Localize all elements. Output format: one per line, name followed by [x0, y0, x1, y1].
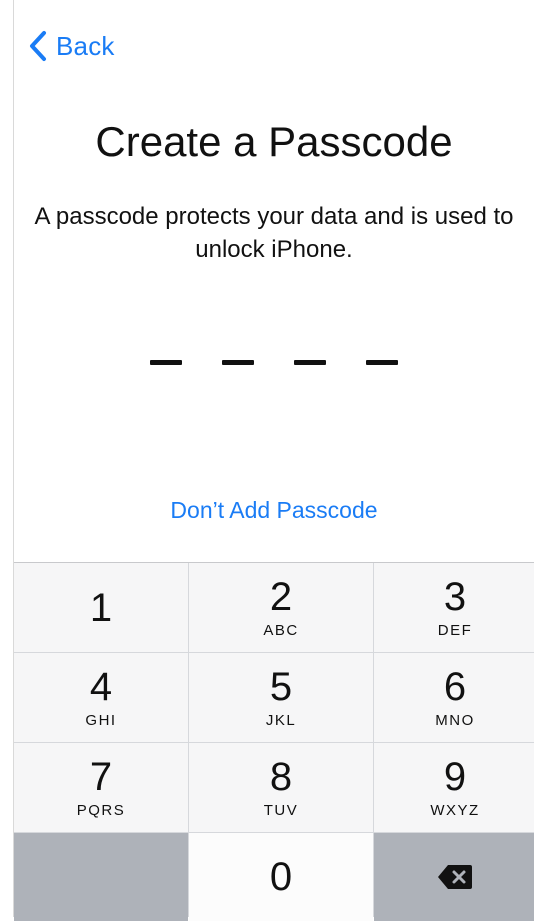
key-5[interactable]: 5 JKL	[189, 653, 373, 742]
passcode-digit-slot	[222, 360, 254, 365]
back-label: Back	[56, 30, 115, 61]
chevron-left-icon	[30, 31, 46, 61]
page-title: Create a Passcode	[95, 118, 453, 165]
numeric-keypad: 1 2 ABC 3 DEF 4 GHI 5 JKL 6 MNO 7 PQRS 8…	[14, 562, 534, 921]
key-0[interactable]: 0	[189, 833, 373, 921]
key-blank	[14, 833, 188, 921]
screen-left-edge	[0, 0, 14, 917]
page-subtitle: A passcode protects your data and is use…	[34, 203, 514, 263]
key-digit: 3	[443, 575, 467, 619]
key-digit: 8	[269, 755, 293, 799]
key-letters: DEF	[437, 622, 473, 639]
delete-key[interactable]	[374, 833, 534, 921]
passcode-digit-slot	[294, 360, 326, 365]
key-digit: 0	[269, 855, 293, 899]
key-letters: GHI	[85, 712, 117, 729]
key-digit: 4	[89, 665, 113, 709]
key-digit: 1	[89, 585, 113, 630]
key-9[interactable]: 9 WXYZ	[374, 743, 534, 832]
passcode-digit-slot	[366, 360, 398, 365]
key-8[interactable]: 8 TUV	[189, 743, 373, 832]
key-letters: ABC	[263, 622, 299, 639]
delete-backspace-icon	[438, 865, 472, 889]
key-letters: MNO	[435, 712, 475, 729]
back-button[interactable]: Back	[28, 24, 115, 68]
key-letters: PQRS	[76, 802, 126, 819]
key-digit: 5	[269, 665, 293, 709]
key-digit: 2	[269, 575, 293, 619]
key-digit: 9	[443, 755, 467, 799]
key-2[interactable]: 2 ABC	[189, 563, 373, 652]
key-letters: JKL	[265, 712, 297, 729]
passcode-entry-indicator	[14, 360, 534, 365]
dont-add-passcode-link[interactable]: Don’t Add Passcode	[14, 497, 534, 524]
key-3[interactable]: 3 DEF	[374, 563, 534, 652]
key-4[interactable]: 4 GHI	[14, 653, 188, 742]
key-digit: 6	[443, 665, 467, 709]
passcode-digit-slot	[150, 360, 182, 365]
key-1[interactable]: 1	[14, 563, 188, 652]
key-letters: TUV	[263, 802, 299, 819]
key-digit: 7	[89, 755, 113, 799]
key-6[interactable]: 6 MNO	[374, 653, 534, 742]
key-letters: WXYZ	[430, 802, 480, 819]
key-7[interactable]: 7 PQRS	[14, 743, 188, 832]
